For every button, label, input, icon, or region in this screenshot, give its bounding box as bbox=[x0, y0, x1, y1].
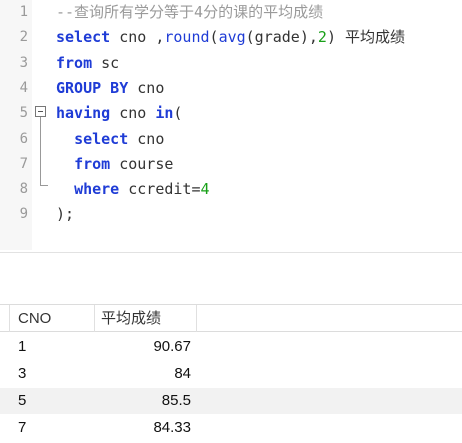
sql-text: cno bbox=[128, 129, 165, 148]
line-number-gutter: 1 2 3 4 5 6 7 8 9 bbox=[0, 0, 32, 250]
sql-text: ccredit= bbox=[119, 180, 201, 199]
sql-text: course bbox=[110, 154, 174, 173]
sql-text: sc bbox=[92, 53, 120, 72]
cell-cno: 5 bbox=[18, 392, 27, 409]
sql-number: 2 bbox=[317, 28, 327, 47]
code-line[interactable]: where ccredit=4 bbox=[56, 177, 210, 202]
cell-avg-score: 85.5 bbox=[161, 392, 191, 409]
sql-keyword: having bbox=[56, 104, 111, 123]
sql-text: cno bbox=[128, 78, 165, 97]
sql-text: ) 平均成绩 bbox=[326, 28, 405, 47]
code-line[interactable]: select cno ,round(avg(grade),2) 平均成绩 bbox=[56, 25, 405, 50]
line-number: 6 bbox=[19, 130, 28, 147]
result-grid: CNO 平均成绩 1 90.67 3 84 5 85.5 7 84.33 bbox=[0, 304, 462, 443]
line-number: 7 bbox=[19, 155, 28, 172]
cell-avg-score: 90.67 bbox=[153, 338, 191, 355]
line-number: 8 bbox=[19, 181, 28, 198]
result-header-row: CNO 平均成绩 bbox=[0, 304, 462, 332]
cell-avg-score: 84 bbox=[174, 365, 191, 382]
code-line[interactable]: from course bbox=[56, 152, 173, 177]
line-number: 4 bbox=[19, 79, 28, 96]
sql-text: ( bbox=[173, 104, 183, 123]
column-header-cno[interactable]: CNO bbox=[9, 305, 95, 332]
line-number: 5 bbox=[19, 105, 28, 122]
line-number: 3 bbox=[19, 54, 28, 71]
sql-text: cno bbox=[110, 104, 156, 123]
sql-keyword: select bbox=[74, 129, 129, 148]
sql-function: round bbox=[164, 28, 210, 47]
sql-keyword: select bbox=[56, 28, 111, 47]
table-row[interactable]: 5 85.5 bbox=[0, 388, 462, 414]
sql-keyword: where bbox=[74, 180, 120, 199]
line-number: 9 bbox=[19, 206, 28, 223]
sql-text: cno , bbox=[110, 28, 165, 47]
fold-toggle-icon[interactable] bbox=[35, 106, 46, 117]
code-line[interactable]: --查询所有学分等于4分的课的平均成绩 bbox=[56, 0, 323, 25]
code-line[interactable]: GROUP BY cno bbox=[56, 76, 164, 101]
sql-text: ); bbox=[56, 205, 75, 224]
sql-comment: --查询所有学分等于4分的课的平均成绩 bbox=[56, 3, 324, 21]
sql-keyword: GROUP BY bbox=[56, 78, 129, 97]
cell-cno: 7 bbox=[18, 419, 27, 436]
code-line[interactable]: having cno in( bbox=[56, 101, 182, 126]
sql-number: 4 bbox=[200, 180, 210, 199]
table-row[interactable]: 3 84 bbox=[0, 361, 462, 387]
line-number: 1 bbox=[19, 4, 28, 20]
table-row[interactable]: 7 84.33 bbox=[0, 415, 462, 441]
sql-keyword: from bbox=[74, 154, 111, 173]
sql-keyword: from bbox=[56, 53, 93, 72]
cell-cno: 3 bbox=[18, 365, 27, 382]
fold-guide-end bbox=[40, 185, 48, 186]
fold-guide-line bbox=[40, 117, 41, 186]
sql-text: ( bbox=[209, 28, 219, 47]
sql-function: avg bbox=[218, 28, 246, 47]
line-number: 2 bbox=[19, 29, 28, 46]
sql-text: (grade), bbox=[245, 28, 318, 47]
cell-avg-score: 84.33 bbox=[153, 419, 191, 436]
pane-divider[interactable] bbox=[0, 252, 462, 253]
cell-cno: 1 bbox=[18, 338, 27, 355]
code-line[interactable]: ); bbox=[56, 202, 74, 227]
code-line[interactable]: select cno bbox=[56, 127, 164, 152]
code-line[interactable]: from sc bbox=[56, 51, 119, 76]
sql-keyword: in bbox=[155, 104, 174, 123]
table-row[interactable]: 1 90.67 bbox=[0, 334, 462, 360]
sql-editor[interactable]: 1 2 3 4 5 6 7 8 9 --查询所有学分等于4分的课的平均成绩 select cno … bbox=[0, 0, 462, 250]
column-header-avg-score[interactable]: 平均成绩 bbox=[95, 305, 197, 332]
